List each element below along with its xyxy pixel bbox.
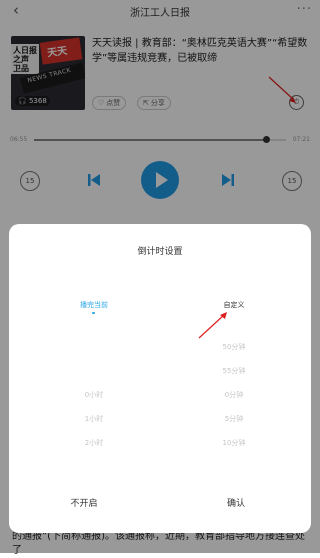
- dialog-title: 倒计时设置: [137, 247, 183, 257]
- red-arrow-annotation: [198, 312, 227, 339]
- picker-option[interactable]: 0分钟: [179, 390, 289, 400]
- picker-option[interactable]: 1小时: [39, 414, 149, 424]
- picker-option[interactable]: 播完当前: [39, 300, 149, 310]
- cancel-button[interactable]: 不开启: [24, 496, 144, 509]
- selection-indicator: [92, 312, 95, 314]
- picker-option[interactable]: 55分钟: [179, 366, 289, 376]
- picker-option[interactable]: 2小时: [39, 438, 149, 448]
- picker-option[interactable]: 10分钟: [179, 438, 289, 448]
- picker-option[interactable]: 0小时: [39, 390, 149, 400]
- countdown-dialog: 倒计时设置 播完当前 0小时 1小时 2小时 自定义 50分钟 55分钟 0分钟…: [9, 224, 311, 533]
- confirm-button[interactable]: 确认: [176, 496, 296, 509]
- picker-option[interactable]: 50分钟: [179, 342, 289, 352]
- picker-option[interactable]: 5分钟: [179, 414, 289, 424]
- picker-option[interactable]: 自定义: [179, 300, 289, 310]
